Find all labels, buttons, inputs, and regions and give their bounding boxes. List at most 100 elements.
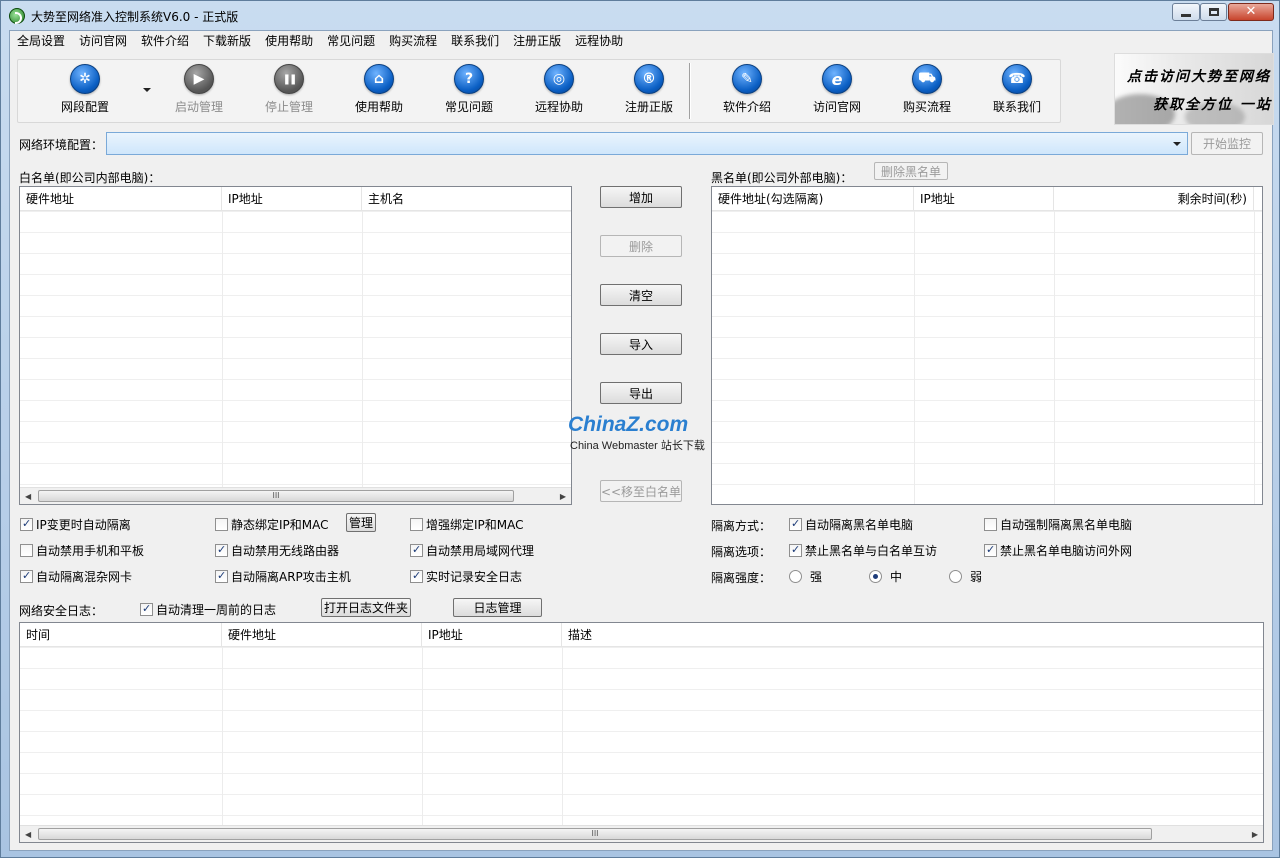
tool-software-intro[interactable]: ✎ 软件介绍 <box>704 64 790 120</box>
ip-change-isolate-checkbox[interactable]: IP变更时自动隔离 <box>20 516 131 533</box>
banner-text-line1: 点击访问大势至网络 <box>1127 69 1271 85</box>
globe-icon: ◎ <box>544 64 574 94</box>
column-header[interactable]: IP地址 <box>222 187 362 211</box>
tool-start-manage[interactable]: ▶ 启动管理 <box>156 64 242 120</box>
column-header[interactable]: IP地址 <box>422 623 562 647</box>
tool-help[interactable]: ⌂ 使用帮助 <box>336 64 422 120</box>
auto-clean-log-checkbox[interactable]: 自动清理一周前的日志 <box>140 601 276 618</box>
table-body[interactable] <box>20 211 571 504</box>
menu-remote-assist[interactable]: 远程协助 <box>568 31 630 51</box>
tool-label: 网段配置 <box>60 100 109 114</box>
promo-banner[interactable]: 点击访问大势至网络 获取全方位 一站 <box>1114 53 1274 125</box>
window-title: 大势至网络准入控制系统V6.0 - 正式版 <box>31 10 239 24</box>
minimize-button[interactable] <box>1172 3 1200 21</box>
disable-wireless-checkbox[interactable]: 自动禁用无线路由器 <box>215 542 339 559</box>
strength-strong-radio[interactable]: 强 <box>789 568 822 585</box>
disable-lan-proxy-checkbox[interactable]: 自动禁用局域网代理 <box>410 542 534 559</box>
column-header[interactable]: 描述 <box>562 623 1262 647</box>
disable-mobile-checkbox[interactable]: 自动禁用手机和平板 <box>20 542 144 559</box>
tool-network-segment[interactable]: ✲ 网段配置 <box>42 64 128 120</box>
isolate-arp-checkbox[interactable]: 自动隔离ARP攻击主机 <box>215 568 351 585</box>
menu-download-new[interactable]: 下载新版 <box>196 31 258 51</box>
scroll-right-icon[interactable]: ▶ <box>560 492 566 501</box>
watermark-logo: ChinaZ.com <box>568 413 689 436</box>
menu-bar: 全局设置 访问官网 软件介绍 下载新版 使用帮助 常见问题 购买流程 联系我们 … <box>10 31 1272 51</box>
delete-button[interactable]: 删除 <box>600 235 682 257</box>
table-body[interactable] <box>712 211 1262 504</box>
checkbox-label: 自动隔离ARP攻击主机 <box>231 570 351 584</box>
menu-contact[interactable]: 联系我们 <box>444 31 506 51</box>
whitelist-label: 白名单(即公司内部电脑)： <box>19 171 161 185</box>
add-button[interactable]: 增加 <box>600 186 682 208</box>
title-bar[interactable]: 大势至网络准入控制系统V6.0 - 正式版 ✕ <box>1 1 1280 31</box>
maximize-button[interactable] <box>1200 3 1227 21</box>
checkbox-label: 实时记录安全日志 <box>426 570 523 584</box>
enhanced-bind-checkbox[interactable]: 增强绑定IP和MAC <box>410 516 524 533</box>
column-header[interactable]: 剩余时间(秒) <box>1054 187 1254 211</box>
menu-help[interactable]: 使用帮助 <box>258 31 320 51</box>
clear-button[interactable]: 清空 <box>600 284 682 306</box>
close-button[interactable]: ✕ <box>1228 3 1274 21</box>
column-header[interactable]: 硬件地址 <box>222 623 422 647</box>
menu-register[interactable]: 注册正版 <box>506 31 568 51</box>
tool-remote-assist[interactable]: ◎ 远程协助 <box>516 64 602 120</box>
chevron-down-icon <box>1173 142 1181 146</box>
column-header[interactable]: IP地址 <box>914 187 1054 211</box>
security-log-table[interactable]: 时间 硬件地址 IP地址 描述 ◀ III ▶ <box>19 622 1264 843</box>
chevron-down-icon[interactable] <box>143 88 151 92</box>
scroll-left-icon[interactable]: ◀ <box>25 830 31 839</box>
isolate-promisc-checkbox[interactable]: 自动隔离混杂网卡 <box>20 568 132 585</box>
scroll-thumb[interactable]: III <box>38 828 1152 840</box>
scroll-left-icon[interactable]: ◀ <box>25 492 31 501</box>
static-bind-checkbox[interactable]: 静态绑定IP和MAC <box>215 516 329 533</box>
whitelist-table[interactable]: 硬件地址 IP地址 主机名 ◀ III ▶ <box>19 186 572 505</box>
scroll-thumb[interactable]: III <box>38 490 514 502</box>
auto-isolate-black-checkbox[interactable]: 自动隔离黑名单电脑 <box>789 516 913 533</box>
table-body[interactable] <box>20 647 1263 842</box>
forbid-mutual-access-checkbox[interactable]: 禁止黑名单与白名单互访 <box>789 542 937 559</box>
menu-visit-website[interactable]: 访问官网 <box>72 31 134 51</box>
tool-register[interactable]: ® 注册正版 <box>606 64 692 120</box>
column-header[interactable]: 硬件地址(勾选隔离) <box>712 187 914 211</box>
delete-blacklist-button[interactable]: 删除黑名单 <box>874 162 948 180</box>
horizontal-scrollbar[interactable]: ◀ III ▶ <box>20 825 1263 842</box>
strength-weak-radio[interactable]: 弱 <box>949 568 982 585</box>
tool-purchase[interactable]: ⛟ 购买流程 <box>884 64 970 120</box>
column-divider <box>1054 211 1055 504</box>
checkbox-label: 自动清理一周前的日志 <box>156 603 277 617</box>
scroll-right-icon[interactable]: ▶ <box>1252 830 1258 839</box>
import-button[interactable]: 导入 <box>600 333 682 355</box>
menu-global-settings[interactable]: 全局设置 <box>10 31 72 51</box>
checkbox-box <box>410 569 423 583</box>
menu-faq[interactable]: 常见问题 <box>320 31 382 51</box>
strength-medium-radio[interactable]: 中 <box>869 568 902 585</box>
move-to-whitelist-button[interactable]: <<移至白名单 <box>600 480 682 502</box>
column-header[interactable]: 时间 <box>20 623 222 647</box>
checkbox-box <box>215 569 228 583</box>
force-isolate-black-checkbox[interactable]: 自动强制隔离黑名单电脑 <box>984 516 1132 533</box>
start-monitor-button[interactable]: 开始监控 <box>1191 132 1263 155</box>
export-button[interactable]: 导出 <box>600 382 682 404</box>
tool-stop-manage[interactable]: ❚❚ 停止管理 <box>246 64 332 120</box>
blacklist-label: 黑名单(即公司外部电脑)： <box>711 171 853 185</box>
log-manage-button[interactable]: 日志管理 <box>453 598 542 617</box>
radio-circle <box>869 570 882 583</box>
menu-purchase[interactable]: 购买流程 <box>382 31 444 51</box>
tool-label: 软件介绍 <box>722 100 771 114</box>
security-log-label: 网络安全日志： <box>19 604 104 618</box>
menu-software-intro[interactable]: 软件介绍 <box>134 31 196 51</box>
column-header[interactable]: 硬件地址 <box>20 187 222 211</box>
column-header[interactable]: 主机名 <box>362 187 571 211</box>
horizontal-scrollbar[interactable]: ◀ III ▶ <box>20 487 571 504</box>
tool-contact[interactable]: ☎ 联系我们 <box>974 64 1060 120</box>
minimize-icon <box>1181 13 1191 17</box>
realtime-log-checkbox[interactable]: 实时记录安全日志 <box>410 568 522 585</box>
forbid-external-access-checkbox[interactable]: 禁止黑名单电脑访问外网 <box>984 542 1132 559</box>
blacklist-table[interactable]: 硬件地址(勾选隔离) IP地址 剩余时间(秒) <box>711 186 1263 505</box>
column-divider <box>562 647 563 842</box>
manage-button[interactable]: 管理 <box>346 513 376 532</box>
tool-faq[interactable]: ? 常见问题 <box>426 64 512 120</box>
tool-visit-website[interactable]: e 访问官网 <box>794 64 880 120</box>
network-config-select[interactable] <box>106 132 1188 155</box>
open-log-folder-button[interactable]: 打开日志文件夹 <box>321 598 411 617</box>
